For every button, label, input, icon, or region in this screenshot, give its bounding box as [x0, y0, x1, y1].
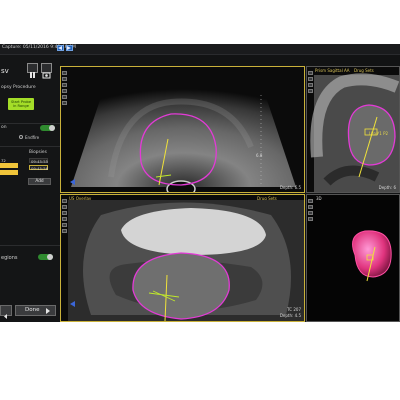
toolbar-forward-icon[interactable]	[66, 45, 73, 51]
selected-biopsy-cell[interactable]	[0, 163, 18, 168]
fusion-biopsy-app: Capture: 05/11/2016 9:42:46 AM sv opsy P…	[0, 44, 400, 322]
biopsy-row-1-left: 72	[1, 158, 6, 163]
biopsy-row-1[interactable]: 09:45:55	[29, 158, 49, 164]
done-arrow-icon	[46, 308, 50, 314]
ultrasound-depth: Depth: 6.5	[279, 185, 301, 190]
done-button[interactable]: Done	[15, 305, 56, 316]
3d-prostate-model	[352, 230, 392, 282]
viewport-arrow-icon[interactable]	[70, 179, 75, 185]
top-bar: Capture: 05/11/2016 9:42:46 AM	[0, 44, 400, 55]
viewport-arrow-icon[interactable]	[70, 301, 75, 307]
section-toggle[interactable]	[40, 125, 55, 131]
endfire-radio[interactable]	[19, 135, 23, 139]
divider	[0, 146, 60, 147]
ultrasound-scale: 6.8	[256, 153, 263, 158]
biopsy-row-1-time: 09:45:55	[31, 159, 49, 164]
ultrasound-image	[71, 72, 296, 192]
camera-icon[interactable]	[41, 63, 52, 79]
add-biopsy-button[interactable]: Add	[28, 178, 51, 185]
probe-status-button[interactable]: Start Probe in Range	[8, 98, 34, 110]
mr-overlay-viewport[interactable]: US Overlay Drug Sets TC 207 Depth: 4.5	[60, 194, 305, 322]
biopsy-row-2-time: 09:45:56	[31, 166, 49, 171]
panel-title: sv	[1, 67, 9, 75]
mr-sagittal-image	[310, 73, 399, 192]
mr-overlay-image	[68, 200, 304, 321]
overlay-depth-1: TC 207	[287, 307, 301, 312]
divider	[0, 245, 60, 246]
section-label: on	[1, 125, 7, 130]
mr-sagittal-viewport[interactable]: Prism Sagittal AA Drug Sets Uro#1 P2 Dep…	[306, 66, 400, 193]
biopsies-header: Biopsies	[29, 150, 47, 155]
mr-sagittal-depth: Depth: 6	[378, 185, 396, 190]
overlay-contour	[132, 252, 230, 320]
done-label: Done	[25, 307, 40, 313]
target-label: Uro#1 P2	[369, 131, 389, 136]
biopsy-row-2[interactable]: 09:45:56	[29, 165, 49, 171]
back-arrow-icon[interactable]	[0, 305, 12, 319]
regions-label: egions	[1, 255, 18, 261]
overlay-depth-2: Depth: 4.5	[279, 313, 301, 318]
left-panel: sv opsy Procedure Start Probe in Range o…	[0, 55, 60, 322]
ultrasound-viewport[interactable]: Depth: 6.5 6.8	[60, 66, 305, 193]
selected-biopsy-cell[interactable]	[0, 170, 18, 175]
pause-icon[interactable]	[27, 63, 38, 78]
capture-timestamp: Capture: 05/11/2016 9:42:46 AM	[2, 45, 76, 50]
procedure-label: opsy Procedure	[1, 85, 36, 90]
regions-toggle[interactable]	[38, 254, 53, 260]
divider	[0, 123, 60, 124]
3d-model-viewport[interactable]: 3D	[306, 194, 400, 322]
toolbar-back-icon[interactable]	[57, 45, 64, 51]
endfire-label: Endfire	[25, 135, 40, 140]
probe-status-line-2: in Range	[13, 104, 29, 108]
